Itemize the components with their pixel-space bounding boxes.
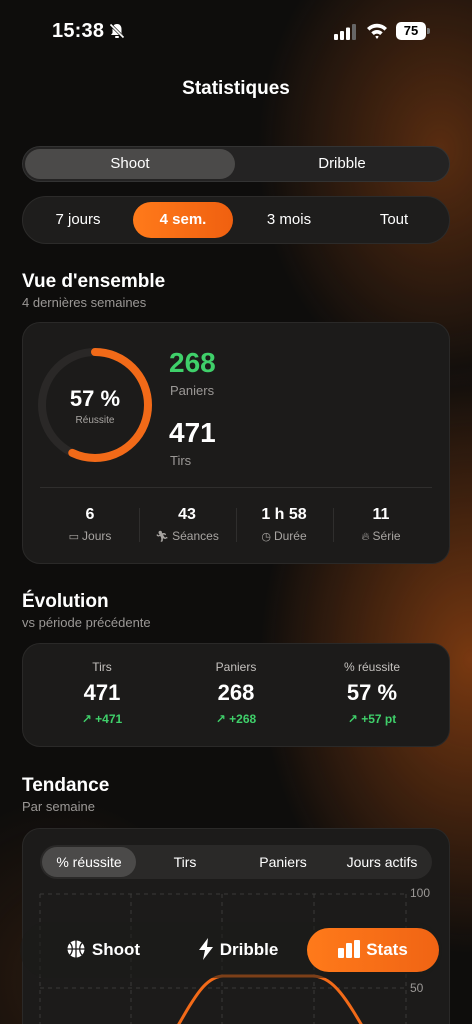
period-4-weeks[interactable]: 4 sem. (133, 202, 233, 238)
evolution-baskets: Paniers 268 ↗ +268 (169, 644, 303, 726)
evolution-title: Évolution (22, 591, 109, 612)
bottom-navigation: Shoot Dribble Stats (20, 922, 442, 978)
battery-indicator: 75 (396, 22, 430, 40)
duration-stat: ◷ Durée (236, 529, 332, 543)
nav-dribble-label: Dribble (219, 940, 279, 959)
bar-chart-icon (338, 939, 361, 958)
wifi-icon (367, 23, 387, 39)
evolution-shots-delta-value: +471 (95, 712, 123, 726)
period-all[interactable]: Tout (344, 202, 444, 238)
evolution-rate-delta-value: +57 pt (361, 712, 397, 726)
y-axis-mid-label: 50 (410, 981, 424, 995)
overview-title: Vue d'ensemble (22, 271, 166, 292)
shots-value: 471 (169, 417, 216, 448)
trend-up-icon: ↗ (81, 712, 96, 726)
nav-dribble[interactable]: Dribble (170, 928, 306, 972)
days-label: Jours (82, 529, 112, 543)
basketball-icon (67, 940, 85, 958)
nav-stats[interactable]: Stats (307, 928, 439, 972)
trend-tab-active-days[interactable]: Jours actifs (334, 847, 430, 877)
trend-tab-shots[interactable]: Tirs (138, 847, 232, 877)
status-time: 15:38 (52, 20, 105, 42)
clock-icon: ◷ (261, 531, 271, 543)
days-value: 6 (85, 506, 95, 523)
tab-dribble[interactable]: Dribble (237, 149, 447, 179)
evolution-shots-delta: ↗ +471 (35, 712, 169, 726)
evolution-rate-value: 57 % (346, 680, 398, 705)
duration-value: 1 h 58 (261, 506, 307, 523)
bolt-icon (198, 937, 213, 960)
evolution-shots-value: 471 (83, 680, 121, 705)
evolution-baskets-value: 268 (217, 680, 255, 705)
trend-subtitle: Par semaine (22, 799, 95, 814)
evolution-rate: % réussite 57 % ↗ +57 pt (305, 644, 439, 726)
trend-title: Tendance (22, 775, 110, 796)
evolution-rate-label: % réussite (343, 660, 401, 674)
streak-value: 11 (372, 506, 390, 523)
success-rate-value: 57 % (69, 386, 121, 411)
evolution-card: Tirs 471 ↗ +471 Paniers 268 ↗ +268 % réu… (22, 643, 450, 747)
evolution-shots: Tirs 471 ↗ +471 (35, 644, 169, 726)
overview-subtitle: 4 dernières semaines (22, 295, 147, 310)
bell-muted-icon (109, 23, 125, 39)
trend-up-icon: ↗ (215, 712, 230, 726)
period-7-days[interactable]: 7 jours (28, 202, 128, 238)
evolution-baskets-delta: ↗ +268 (169, 712, 303, 726)
battery-tip (427, 28, 430, 34)
nav-stats-label: Stats (366, 940, 408, 959)
shots-label: Tirs (170, 453, 192, 468)
days-stat: ▭ Jours (42, 529, 138, 543)
tab-shoot[interactable]: Shoot (25, 149, 235, 179)
evolution-baskets-delta-value: +268 (229, 712, 257, 726)
evolution-baskets-label: Paniers (215, 660, 257, 674)
evolution-shots-label: Tirs (92, 660, 112, 674)
baskets-label: Paniers (170, 383, 215, 398)
evolution-subtitle: vs période précédente (22, 615, 151, 630)
period-3-months[interactable]: 3 mois (239, 202, 339, 238)
trend-tab-success-rate[interactable]: % réussite (42, 847, 136, 877)
nav-shoot-label: Shoot (91, 940, 141, 959)
streak-stat: 🔥︎ Série (333, 529, 429, 544)
calendar-icon: ▭ (68, 531, 80, 543)
overview-divider (40, 487, 432, 488)
evolution-rate-delta: ↗ +57 pt (305, 712, 439, 726)
trend-tab-baskets[interactable]: Paniers (236, 847, 330, 877)
period-selector: 7 jours 4 sem. 3 mois Tout (22, 196, 450, 244)
runner-icon: 🏃︎ (155, 531, 170, 543)
streak-label: Série (372, 529, 401, 543)
sessions-label: Séances (172, 529, 219, 543)
sessions-stat: 🏃︎ Séances (139, 529, 235, 543)
success-rate-label: Réussite (75, 415, 115, 426)
y-axis-max-label: 100 (410, 886, 431, 900)
baskets-value: 268 (169, 347, 216, 378)
trend-up-icon: ↗ (347, 712, 362, 726)
mode-segmented-control: Shoot Dribble (22, 146, 450, 182)
sessions-value: 43 (178, 506, 196, 523)
signal-icon (334, 24, 356, 40)
nav-shoot[interactable]: Shoot (38, 928, 168, 972)
trend-metric-selector: % réussite Tirs Paniers Jours actifs (40, 845, 432, 879)
duration-label: Durée (273, 529, 307, 543)
flame-icon: 🔥︎ (361, 531, 370, 543)
page-title: Statistiques (182, 78, 290, 99)
battery-level: 75 (396, 22, 426, 40)
